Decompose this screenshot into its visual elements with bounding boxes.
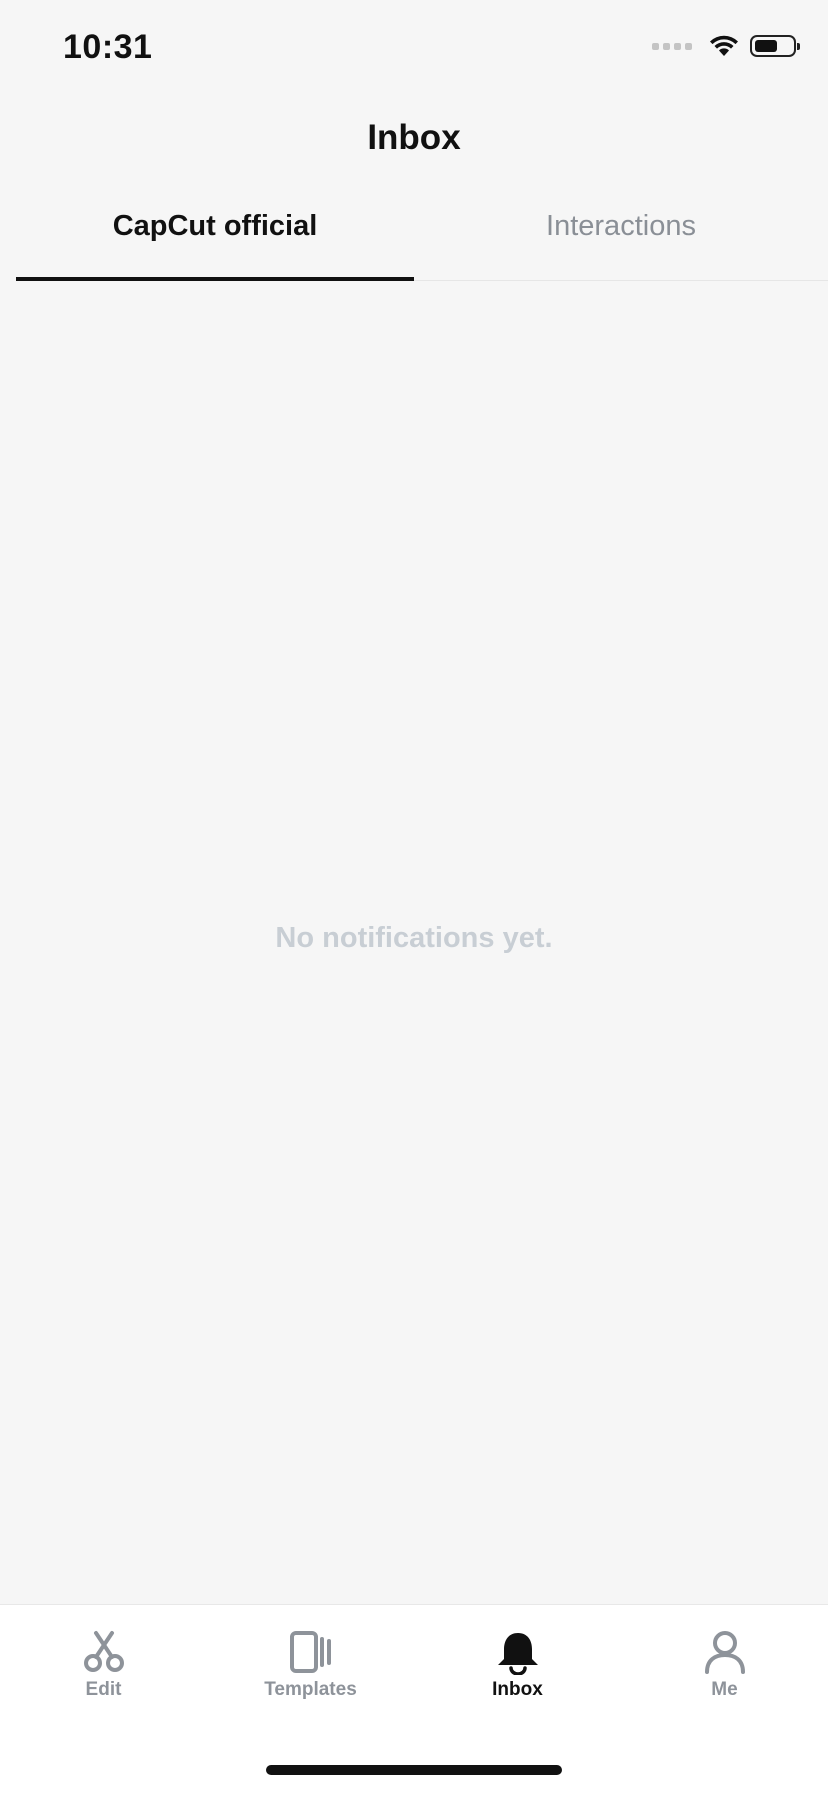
home-indicator — [266, 1765, 562, 1775]
status-icons — [652, 34, 800, 58]
page-title: Inbox — [367, 118, 461, 157]
status-time: 10:31 — [63, 28, 153, 66]
person-icon — [700, 1629, 750, 1675]
nav-label-inbox: Inbox — [492, 1679, 543, 1700]
nav-label-me: Me — [711, 1679, 738, 1700]
nav-item-inbox[interactable]: Inbox — [414, 1629, 621, 1709]
scissors-icon — [79, 1629, 129, 1675]
templates-icon — [286, 1629, 336, 1675]
nav-label-templates: Templates — [264, 1679, 357, 1700]
status-bar: 10:31 — [0, 0, 828, 100]
nav-label-edit: Edit — [85, 1679, 122, 1700]
nav-item-templates[interactable]: Templates — [207, 1629, 414, 1709]
wifi-icon — [710, 35, 738, 56]
signal-icon — [652, 42, 692, 50]
bell-icon — [493, 1629, 543, 1675]
battery-icon — [750, 35, 800, 57]
nav-item-me[interactable]: Me — [621, 1629, 828, 1709]
empty-state-message: No notifications yet. — [275, 922, 553, 954]
nav-item-edit[interactable]: Edit — [0, 1629, 207, 1709]
tab-capcut-official[interactable]: CapCut official — [16, 190, 414, 281]
inbox-tabs: CapCut official Interactions — [16, 190, 828, 281]
tab-interactions[interactable]: Interactions — [414, 190, 828, 280]
